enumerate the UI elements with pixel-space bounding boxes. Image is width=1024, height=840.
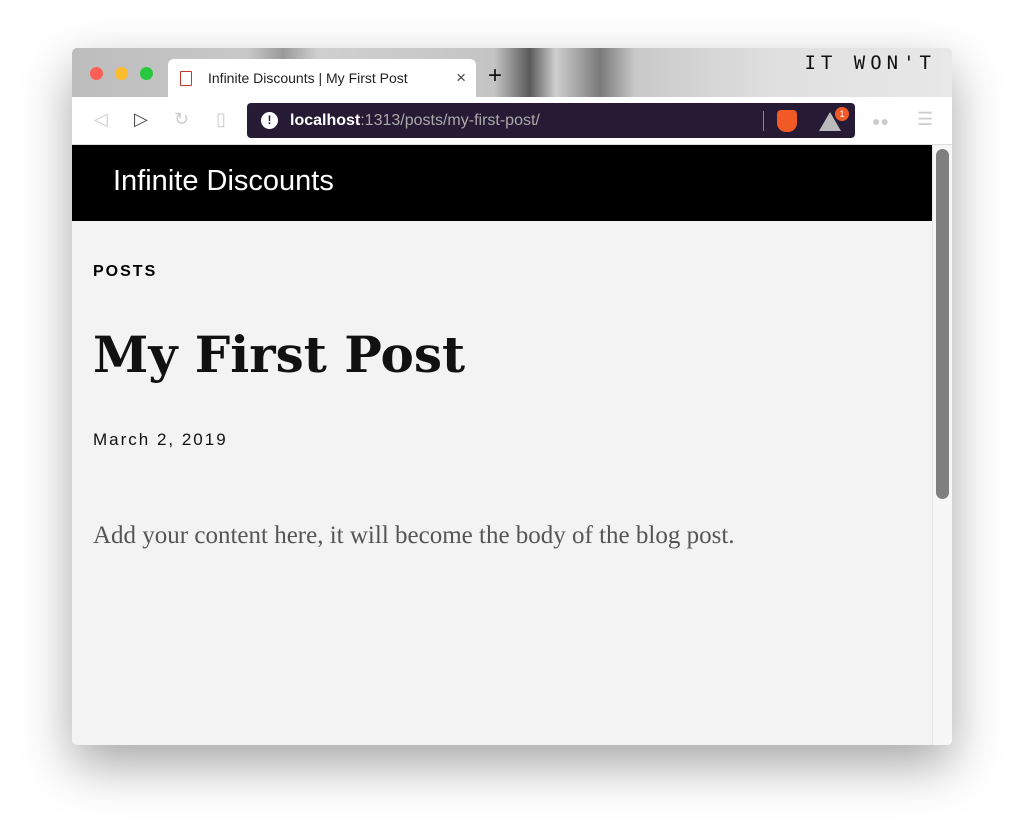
site-title[interactable]: Infinite Discounts xyxy=(113,165,334,197)
post-date: March 2, 2019 xyxy=(93,430,228,449)
zoom-window-button[interactable] xyxy=(140,67,153,80)
minimize-window-button[interactable] xyxy=(115,67,128,80)
forward-icon[interactable]: ▷ xyxy=(134,109,148,130)
divider xyxy=(763,111,764,131)
document-icon xyxy=(180,70,192,86)
reload-icon[interactable]: ↻ xyxy=(174,109,189,130)
post-body: Add your content here, it will become th… xyxy=(93,522,735,549)
wallpaper-text: IT WON'T xyxy=(804,52,936,74)
close-tab-icon[interactable]: × xyxy=(456,68,466,88)
tab-bar: IT WON'T Infinite Discounts | My First P… xyxy=(72,48,952,97)
scrollbar-thumb[interactable] xyxy=(936,149,949,499)
bookmark-icon[interactable]: ▯ xyxy=(216,109,226,130)
scrollbar[interactable] xyxy=(932,145,952,745)
address-bar[interactable]: ! localhost:1313/posts/my-first-post/ 1 xyxy=(247,103,855,138)
info-icon[interactable]: ! xyxy=(261,112,278,129)
tab-active[interactable]: Infinite Discounts | My First Post × xyxy=(168,59,476,97)
section-label[interactable]: POSTS xyxy=(93,263,923,281)
back-icon[interactable]: ◁ xyxy=(94,109,108,130)
post-title: My First Post xyxy=(93,325,466,384)
browser-window: IT WON'T Infinite Discounts | My First P… xyxy=(72,48,952,745)
tab-title: Infinite Discounts | My First Post xyxy=(208,70,408,86)
post-content: POSTS My First Post March 2, 2019 Add yo… xyxy=(93,221,923,550)
new-tab-button[interactable]: + xyxy=(488,62,502,90)
brave-shields-icon[interactable] xyxy=(777,110,797,132)
url-host: localhost xyxy=(290,111,361,129)
close-window-button[interactable] xyxy=(90,67,103,80)
site-header: Infinite Discounts xyxy=(72,145,932,221)
menu-icon[interactable]: ☰ xyxy=(917,109,933,130)
toolbar: ◁ ▷ ↻ ▯ ! localhost:1313/posts/my-first-… xyxy=(72,97,952,145)
rewards-badge: 1 xyxy=(835,107,849,121)
glasses-icon[interactable]: ●● xyxy=(872,113,889,129)
url-path: :1313/posts/my-first-post/ xyxy=(360,111,540,129)
